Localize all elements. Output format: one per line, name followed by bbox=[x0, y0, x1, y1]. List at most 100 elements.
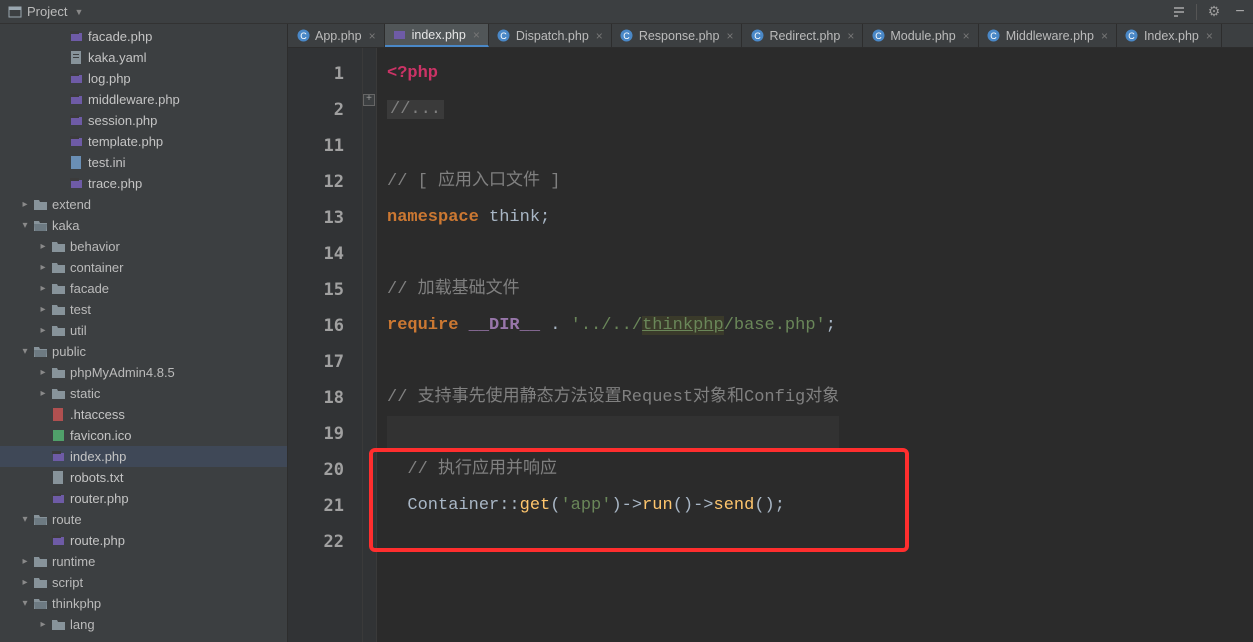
code-line bbox=[387, 344, 839, 380]
file-route.php[interactable]: route.php bbox=[0, 530, 287, 551]
hide-button[interactable]: − bbox=[1227, 0, 1253, 24]
editor-tab-index-php[interactable]: index.php × bbox=[385, 24, 489, 47]
code-line bbox=[387, 236, 839, 272]
line-number: 13 bbox=[288, 200, 344, 236]
yaml-file-icon bbox=[68, 50, 84, 66]
tree-item-label: extend bbox=[52, 197, 91, 212]
folder-icon bbox=[32, 596, 48, 612]
file-facade.php[interactable]: facade.php bbox=[0, 26, 287, 47]
editor-tab-Redirect-php[interactable]: CRedirect.php× bbox=[742, 24, 863, 47]
tab-close-icon[interactable]: × bbox=[726, 29, 733, 43]
folder-facade[interactable]: facade bbox=[0, 278, 287, 299]
file-robots.txt[interactable]: robots.txt bbox=[0, 467, 287, 488]
file-test.ini[interactable]: test.ini bbox=[0, 152, 287, 173]
tab-close-icon[interactable]: × bbox=[847, 29, 854, 43]
tab-label: index.php bbox=[412, 28, 466, 42]
file-session.php[interactable]: session.php bbox=[0, 110, 287, 131]
fold-expand-button[interactable]: + bbox=[363, 94, 375, 106]
tab-label: Module.php bbox=[890, 29, 955, 43]
tree-arrow-icon bbox=[18, 220, 32, 231]
file-favicon.ico[interactable]: favicon.ico bbox=[0, 425, 287, 446]
svg-text:C: C bbox=[754, 31, 761, 41]
tab-close-icon[interactable]: × bbox=[963, 29, 970, 43]
file-.htaccess[interactable]: .htaccess bbox=[0, 404, 287, 425]
folder-script[interactable]: script bbox=[0, 572, 287, 593]
php-file-icon bbox=[393, 28, 407, 42]
settings-button[interactable]: ⚙ bbox=[1201, 0, 1227, 24]
tree-arrow-icon bbox=[36, 367, 50, 378]
code-content[interactable]: <?php //... // [ 应用入口文件 ] namespace thin… bbox=[377, 48, 849, 642]
php-file-icon bbox=[68, 113, 84, 129]
project-tree-panel[interactable]: facade.php kaka.yaml log.php middleware.… bbox=[0, 24, 288, 642]
folder-util[interactable]: util bbox=[0, 320, 287, 341]
folder-extend[interactable]: extend bbox=[0, 194, 287, 215]
editor-tab-Index-php[interactable]: CIndex.php× bbox=[1117, 24, 1222, 47]
file-router.php[interactable]: router.php bbox=[0, 488, 287, 509]
file-trace.php[interactable]: trace.php bbox=[0, 173, 287, 194]
tree-item-label: facade.php bbox=[88, 29, 152, 44]
code-line: // 支持事先使用静态方法设置Request对象和Config对象 bbox=[387, 380, 839, 416]
svg-text:C: C bbox=[990, 31, 997, 41]
folder-icon bbox=[50, 260, 66, 276]
tab-label: App.php bbox=[315, 29, 362, 43]
tab-close-icon[interactable]: × bbox=[596, 29, 603, 43]
folder-phpMyAdmin4.8.5[interactable]: phpMyAdmin4.8.5 bbox=[0, 362, 287, 383]
project-toolbar: Project ▼ ⚙ − bbox=[0, 0, 1253, 24]
folder-public[interactable]: public bbox=[0, 341, 287, 362]
folder-kaka[interactable]: kaka bbox=[0, 215, 287, 236]
line-number: 11 bbox=[288, 128, 344, 164]
editor-tab-Response-php[interactable]: CResponse.php× bbox=[612, 24, 743, 47]
minus-icon: − bbox=[1235, 3, 1244, 21]
tree-item-label: middleware.php bbox=[88, 92, 180, 107]
tab-label: Dispatch.php bbox=[516, 29, 589, 43]
tab-close-icon[interactable]: × bbox=[1101, 29, 1108, 43]
editor-tab-Module-php[interactable]: CModule.php× bbox=[863, 24, 978, 47]
tab-close-icon[interactable]: × bbox=[369, 29, 376, 43]
project-tree: facade.php kaka.yaml log.php middleware.… bbox=[0, 24, 287, 635]
tab-label: Middleware.php bbox=[1006, 29, 1094, 43]
file-index.php[interactable]: index.php bbox=[0, 446, 287, 467]
file-log.php[interactable]: log.php bbox=[0, 68, 287, 89]
file-middleware.php[interactable]: middleware.php bbox=[0, 89, 287, 110]
project-label: Project bbox=[27, 4, 67, 19]
tab-close-icon[interactable]: × bbox=[473, 28, 480, 42]
editor-tab-Dispatch-php[interactable]: C Dispatch.php × bbox=[489, 24, 612, 47]
folder-container[interactable]: container bbox=[0, 257, 287, 278]
code-line bbox=[387, 128, 839, 164]
editor-tab-App-php[interactable]: CApp.php× bbox=[288, 24, 385, 47]
folder-icon bbox=[50, 302, 66, 318]
php-file-icon bbox=[50, 491, 66, 507]
php-file-icon bbox=[68, 29, 84, 45]
svg-text:C: C bbox=[501, 31, 508, 41]
txt-file-icon bbox=[50, 470, 66, 486]
tree-item-label: robots.txt bbox=[70, 470, 123, 485]
file-kaka.yaml[interactable]: kaka.yaml bbox=[0, 47, 287, 68]
tree-arrow-icon bbox=[54, 157, 68, 168]
tree-item-label: route bbox=[52, 512, 82, 527]
tree-arrow-icon bbox=[36, 472, 50, 483]
folder-test[interactable]: test bbox=[0, 299, 287, 320]
folder-runtime[interactable]: runtime bbox=[0, 551, 287, 572]
editor-tab-Middleware-php[interactable]: C Middleware.php × bbox=[979, 24, 1117, 47]
tree-item-label: facade bbox=[70, 281, 109, 296]
svg-text:C: C bbox=[1129, 31, 1136, 41]
line-number: 17 bbox=[288, 344, 344, 380]
folder-lang[interactable]: lang bbox=[0, 614, 287, 635]
class-file-icon: C bbox=[620, 29, 634, 43]
php-file-icon bbox=[68, 176, 84, 192]
folder-route[interactable]: route bbox=[0, 509, 287, 530]
folder-icon bbox=[32, 344, 48, 360]
line-number: 22 bbox=[288, 524, 344, 560]
folder-behavior[interactable]: behavior bbox=[0, 236, 287, 257]
code-line: // 执行应用并响应 bbox=[387, 452, 839, 488]
collapse-button[interactable] bbox=[1166, 0, 1192, 24]
editor-body[interactable]: 12111213141516171819202122 + <?php //...… bbox=[288, 48, 1253, 642]
file-template.php[interactable]: template.php bbox=[0, 131, 287, 152]
tab-close-icon[interactable]: × bbox=[1206, 29, 1213, 43]
project-panel-tab[interactable]: Project ▼ bbox=[0, 0, 91, 23]
tree-item-label: behavior bbox=[70, 239, 120, 254]
folder-thinkphp[interactable]: thinkphp bbox=[0, 593, 287, 614]
folder-static[interactable]: static bbox=[0, 383, 287, 404]
tree-item-label: router.php bbox=[70, 491, 129, 506]
class-file-icon: C bbox=[750, 29, 764, 43]
